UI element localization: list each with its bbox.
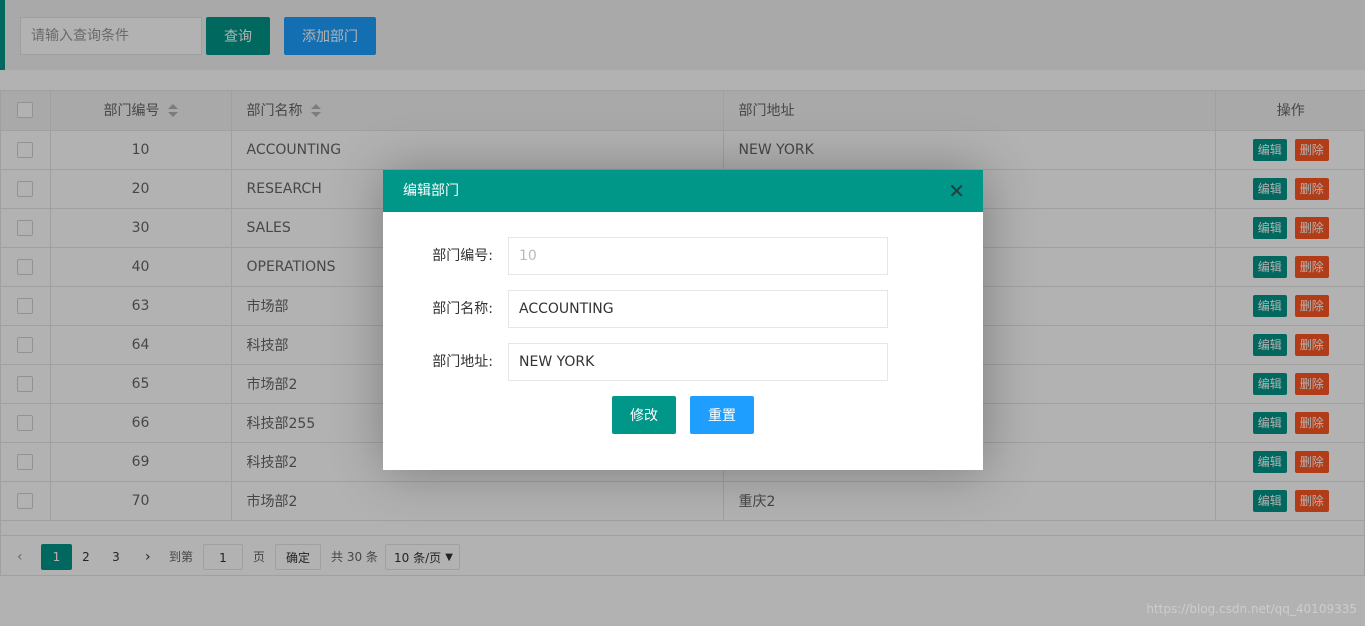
dept-no-label: 部门编号:	[432, 248, 493, 264]
edit-department-dialog: 编辑部门 ✕ 部门编号: 部门名称: 部门地址: 修改 重置	[383, 170, 983, 470]
dialog-title: 编辑部门	[403, 183, 459, 199]
reset-button[interactable]: 重置	[690, 396, 754, 434]
dialog-header: 编辑部门 ✕	[383, 170, 983, 212]
dept-addr-field[interactable]	[508, 343, 888, 381]
modify-button[interactable]: 修改	[612, 396, 676, 434]
form-row-dept-addr: 部门地址:	[383, 343, 983, 381]
watermark: https://blog.csdn.net/qq_40109335	[1146, 602, 1357, 616]
dept-name-label: 部门名称:	[432, 301, 493, 317]
dept-name-field[interactable]	[508, 290, 888, 328]
form-row-dept-name: 部门名称:	[383, 290, 983, 328]
form-row-dept-no: 部门编号:	[383, 237, 983, 275]
close-icon[interactable]: ✕	[948, 170, 965, 212]
dept-no-field[interactable]	[508, 237, 888, 275]
dept-addr-label: 部门地址:	[432, 354, 493, 370]
